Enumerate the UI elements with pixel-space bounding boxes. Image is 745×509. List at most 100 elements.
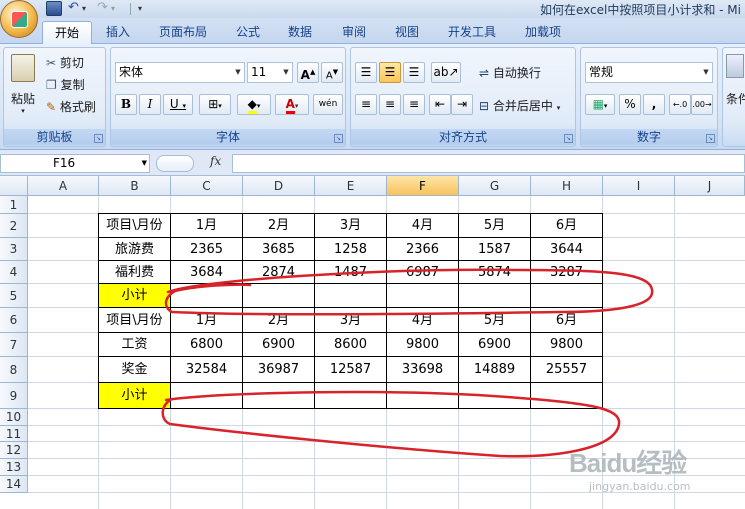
conditional-format-icon[interactable] <box>726 54 744 78</box>
cell-g8[interactable]: 14889 <box>459 357 531 383</box>
format-painter-button[interactable]: ✎ 格式刷 <box>46 98 96 115</box>
column-header-g[interactable]: G <box>459 176 531 196</box>
row-header-4[interactable]: 4 <box>0 261 28 284</box>
column-header-d[interactable]: D <box>243 176 315 196</box>
cell-g3[interactable]: 1587 <box>459 238 531 261</box>
percent-button[interactable]: % <box>619 94 641 115</box>
tab-formulas[interactable]: 公式 <box>224 21 272 44</box>
redo-dropdown-icon[interactable]: ▾ <box>111 1 127 16</box>
bold-button[interactable]: B <box>115 94 137 115</box>
tab-review[interactable]: 审阅 <box>330 21 378 44</box>
cell-h5[interactable] <box>531 284 603 308</box>
column-header-e[interactable]: E <box>315 176 387 196</box>
row-header-12[interactable]: 12 <box>0 442 28 459</box>
cell-b6[interactable]: 项目\月份 <box>99 308 171 333</box>
paste-button[interactable]: 粘贴 ▾ <box>7 52 39 115</box>
cell-b3[interactable]: 旅游费 <box>99 238 171 261</box>
cell-b4[interactable]: 福利费 <box>99 261 171 284</box>
italic-button[interactable]: I <box>139 94 161 115</box>
increase-decimal-button[interactable]: ←.0 <box>669 94 691 115</box>
tab-view[interactable]: 视图 <box>383 21 431 44</box>
align-right-button[interactable]: ≡ <box>403 94 425 115</box>
save-icon[interactable] <box>46 1 62 16</box>
cell-f4[interactable]: 6987 <box>387 261 459 284</box>
cell-f8[interactable]: 33698 <box>387 357 459 383</box>
tab-data[interactable]: 数据 <box>276 21 324 44</box>
font-launcher-icon[interactable]: ↘ <box>334 134 343 143</box>
column-header-i[interactable]: I <box>603 176 675 196</box>
cell-h9[interactable] <box>531 383 603 409</box>
cell-h7[interactable]: 9800 <box>531 333 603 357</box>
cell-e8[interactable]: 12587 <box>315 357 387 383</box>
row-header-8[interactable]: 8 <box>0 357 28 383</box>
cell-d2[interactable]: 2月 <box>243 214 315 238</box>
row-header-6[interactable]: 6 <box>0 308 28 333</box>
cell-h6[interactable]: 6月 <box>531 308 603 333</box>
tab-addins[interactable]: 加载项 <box>513 21 573 44</box>
comma-button[interactable]: , <box>643 94 665 115</box>
cell-g6[interactable]: 5月 <box>459 308 531 333</box>
decrease-decimal-button[interactable]: .00→ <box>691 94 713 115</box>
cell-g5[interactable] <box>459 284 531 308</box>
cell-c3[interactable]: 2365 <box>171 238 243 261</box>
cut-button[interactable]: ✂ 剪切 <box>46 54 84 71</box>
cell-f9[interactable] <box>387 383 459 409</box>
tab-home[interactable]: 开始 <box>42 21 93 44</box>
cell-c8[interactable]: 32584 <box>171 357 243 383</box>
row-header-9[interactable]: 9 <box>0 383 28 409</box>
align-middle-button[interactable]: ☰ <box>379 62 401 83</box>
merge-center-button[interactable]: ⊟ 合并后居中 ▾ <box>479 97 560 114</box>
cell-e9[interactable] <box>315 383 387 409</box>
number-format-combo[interactable]: 常规 ▼ <box>585 62 713 83</box>
cell-b9[interactable]: 小计 <box>99 383 171 409</box>
cell-c5[interactable] <box>171 284 243 308</box>
formula-expand-handle[interactable] <box>156 155 194 172</box>
cell-g4[interactable]: 5874 <box>459 261 531 284</box>
copy-button[interactable]: ❐ 复制 <box>46 76 85 93</box>
cell-d5[interactable] <box>243 284 315 308</box>
cell-e2[interactable]: 3月 <box>315 214 387 238</box>
orientation-button[interactable]: ab↗ <box>431 62 461 83</box>
cell-g2[interactable]: 5月 <box>459 214 531 238</box>
column-header-h[interactable]: H <box>531 176 603 196</box>
cell-b7[interactable]: 工资 <box>99 333 171 357</box>
undo-dropdown-icon[interactable]: ▾ <box>82 1 98 16</box>
cell-b2[interactable]: 项目\月份 <box>99 214 171 238</box>
cell-c6[interactable]: 1月 <box>171 308 243 333</box>
row-header-3[interactable]: 3 <box>0 238 28 261</box>
font-size-combo[interactable]: 11 ▼ <box>247 62 293 83</box>
grow-font-button[interactable]: A▲ <box>297 62 319 83</box>
column-header-c[interactable]: C <box>171 176 243 196</box>
cell-d7[interactable]: 6900 <box>243 333 315 357</box>
font-name-combo[interactable]: 宋体 ▼ <box>115 62 245 83</box>
insert-function-button[interactable]: fx <box>210 154 221 168</box>
align-top-button[interactable]: ☰ <box>355 62 377 83</box>
cell-e5[interactable] <box>315 284 387 308</box>
cell-f7[interactable]: 9800 <box>387 333 459 357</box>
row-header-2[interactable]: 2 <box>0 214 28 238</box>
column-header-b[interactable]: B <box>99 176 171 196</box>
fill-color-button[interactable]: ◆▾ <box>237 94 271 115</box>
cell-c9[interactable] <box>171 383 243 409</box>
cell-d9[interactable] <box>243 383 315 409</box>
cell-e4[interactable]: 1487 <box>315 261 387 284</box>
row-header-13[interactable]: 13 <box>0 459 28 476</box>
borders-button[interactable]: ⊞▾ <box>199 94 231 115</box>
row-header-7[interactable]: 7 <box>0 333 28 357</box>
cell-h2[interactable]: 6月 <box>531 214 603 238</box>
cell-f3[interactable]: 2366 <box>387 238 459 261</box>
row-header-1[interactable]: 1 <box>0 196 28 214</box>
cell-c7[interactable]: 6800 <box>171 333 243 357</box>
row-header-14[interactable]: 14 <box>0 476 28 493</box>
underline-button[interactable]: U ▾ <box>163 94 193 115</box>
column-header-f[interactable]: F <box>387 176 459 196</box>
row-header-5[interactable]: 5 <box>0 284 28 308</box>
tab-developer[interactable]: 开发工具 <box>436 21 508 44</box>
cell-e3[interactable]: 1258 <box>315 238 387 261</box>
phonetic-button[interactable]: wén <box>313 94 343 115</box>
cell-f6[interactable]: 4月 <box>387 308 459 333</box>
conditional-format-label[interactable]: 条件 <box>726 90 745 107</box>
cell-g7[interactable]: 6900 <box>459 333 531 357</box>
customize-qat-icon[interactable]: ▾ <box>138 1 154 16</box>
tab-page-layout[interactable]: 页面布局 <box>147 21 219 44</box>
